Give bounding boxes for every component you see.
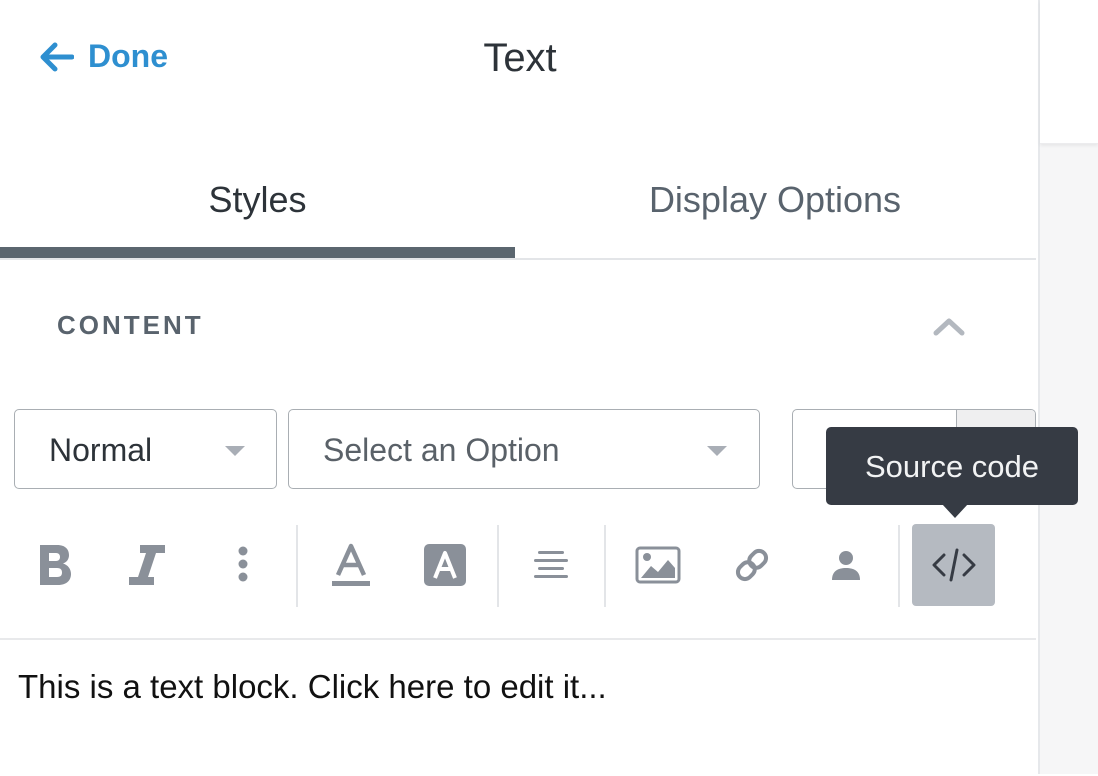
section-title-content: CONTENT — [57, 310, 204, 340]
text-block-content[interactable]: This is a text block. Click here to edit… — [18, 668, 607, 706]
bold-button[interactable] — [15, 524, 95, 606]
link-icon — [735, 548, 769, 582]
font-select[interactable]: Select an Option — [288, 409, 760, 489]
align-button[interactable] — [511, 524, 591, 606]
align-center-icon — [534, 551, 568, 578]
formatting-toolbar — [0, 520, 1038, 610]
tab-divider — [0, 258, 1036, 260]
insert-image-button[interactable] — [618, 524, 698, 606]
tab-styles[interactable]: Styles — [0, 170, 515, 248]
format-select-value: Normal — [49, 432, 153, 468]
caret-down-icon — [707, 446, 727, 456]
done-label: Done — [88, 38, 168, 74]
tooltip-arrow — [942, 504, 968, 518]
text-block-editor[interactable]: This is a text block. Click here to edit… — [0, 638, 1036, 776]
toolbar-separator — [497, 525, 499, 607]
more-vertical-icon — [238, 546, 248, 582]
active-tab-indicator — [0, 247, 515, 258]
text-color-button[interactable] — [311, 524, 391, 606]
italic-button[interactable] — [107, 524, 187, 606]
font-select-placeholder: Select an Option — [323, 432, 560, 468]
image-icon — [635, 546, 681, 584]
format-select[interactable]: Normal — [14, 409, 277, 489]
insert-link-button[interactable] — [712, 524, 792, 606]
source-code-icon — [932, 548, 975, 582]
text-editor-panel: Done Text Styles Display Options CONTENT… — [0, 0, 1040, 776]
chevron-up-icon[interactable] — [932, 315, 966, 337]
bold-icon — [40, 545, 71, 585]
background-color-icon — [424, 544, 466, 586]
canvas-header — [1040, 0, 1098, 144]
tab-display-options[interactable]: Display Options — [515, 170, 1035, 248]
background-color-button[interactable] — [405, 524, 485, 606]
caret-down-icon — [225, 446, 245, 456]
tooltip-text: Source code — [864, 449, 1040, 484]
toolbar-separator — [898, 525, 900, 607]
text-color-icon — [332, 543, 370, 586]
more-options-button[interactable] — [203, 524, 283, 606]
toolbar-separator — [296, 525, 298, 607]
arrow-left-icon — [40, 42, 74, 71]
source-code-tooltip: Source code — [826, 427, 1078, 518]
person-icon — [832, 551, 860, 580]
personalize-button[interactable] — [806, 524, 886, 606]
source-code-button[interactable] — [912, 524, 995, 606]
italic-icon — [129, 545, 165, 585]
toolbar-separator — [604, 525, 606, 607]
done-button[interactable]: Done — [40, 38, 168, 75]
canvas-area — [1040, 0, 1098, 774]
